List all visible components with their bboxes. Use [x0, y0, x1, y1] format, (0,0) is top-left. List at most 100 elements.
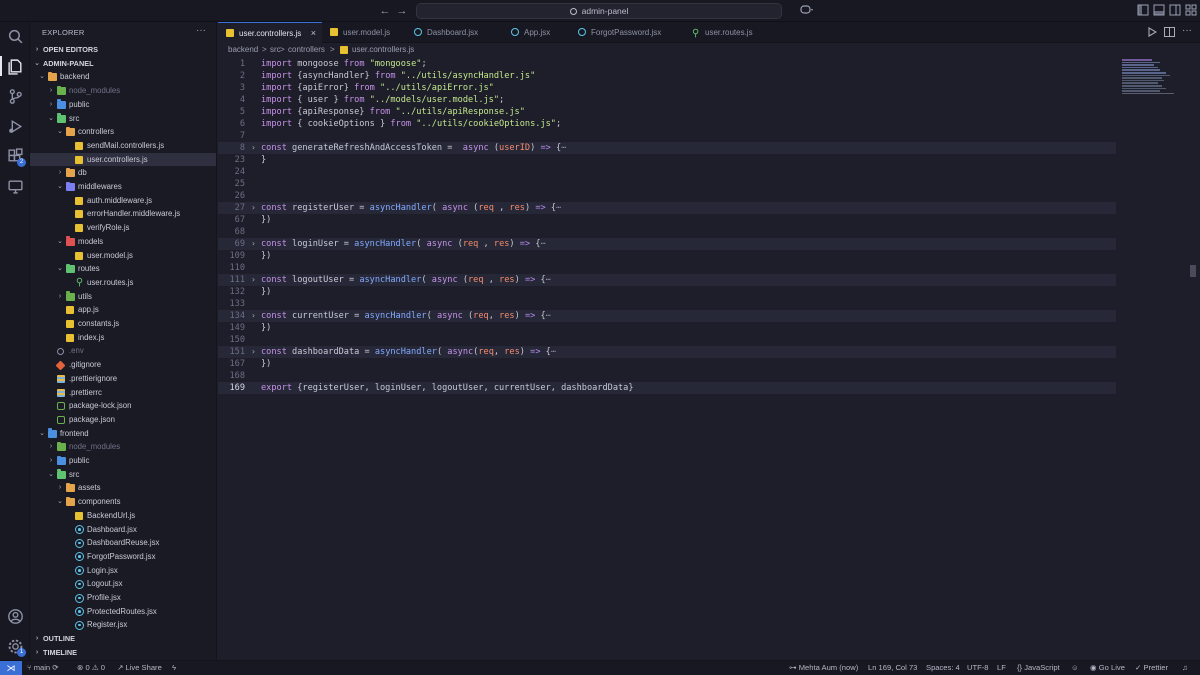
tree-item[interactable]: package-lock.json: [30, 399, 216, 413]
branch-status[interactable]: ⑂ main ⟳: [27, 661, 59, 675]
back-arrow-icon[interactable]: ←: [378, 4, 392, 18]
vertical-scrollbar[interactable]: [1190, 265, 1196, 277]
workspace-root-section[interactable]: ⌄ ADMIN-PANEL: [30, 57, 216, 71]
remote-indicator-icon[interactable]: ⋊: [0, 661, 22, 675]
cursor-position[interactable]: Ln 169, Col 73: [868, 661, 917, 675]
tree-item[interactable]: ⌄ components: [30, 495, 216, 509]
tree-item[interactable]: .prettierrc: [30, 386, 216, 400]
timeline-section[interactable]: › TIMELINE: [30, 646, 216, 660]
more-actions-icon[interactable]: ···: [196, 25, 206, 36]
breadcrumb-item[interactable]: backend: [228, 43, 258, 57]
encoding[interactable]: UTF-8: [967, 661, 989, 675]
tree-item[interactable]: › utils: [30, 290, 216, 304]
live-share-status[interactable]: ↗ Live Share: [117, 661, 162, 675]
tree-item[interactable]: ⌄ frontend: [30, 427, 216, 441]
breadcrumb-item[interactable]: controllers: [288, 43, 325, 57]
run-icon[interactable]: [1148, 27, 1158, 40]
tree-item[interactable]: auth.middleware.js: [30, 194, 216, 208]
tree-item[interactable]: › public: [30, 454, 216, 468]
editor-tab[interactable]: Dashboard.jsx: [406, 22, 503, 43]
tree-item[interactable]: ⚲ user.routes.js: [30, 276, 216, 290]
go-live-button[interactable]: ◉ Go Live: [1090, 661, 1125, 675]
breadcrumb-item[interactable]: user.controllers.js: [352, 43, 414, 57]
tree-item[interactable]: › public: [30, 98, 216, 112]
tree-item[interactable]: errorHandler.middleware.js: [30, 207, 216, 221]
tree-item[interactable]: .gitignore: [30, 358, 216, 372]
editor-tab[interactable]: ⚲ user.routes.js: [684, 22, 764, 43]
tree-item[interactable]: ⌄ src: [30, 112, 216, 126]
tree-item[interactable]: ⌄ controllers: [30, 125, 216, 139]
git-blame-status[interactable]: ⊶ Mehta Aum (now): [789, 661, 858, 675]
tree-item[interactable]: Profile.jsx: [30, 591, 216, 605]
settings-gear-icon[interactable]: 1: [0, 632, 30, 660]
tree-item[interactable]: Login.jsx: [30, 564, 216, 578]
editor-tab[interactable]: App.jsx: [503, 22, 570, 43]
explorer-icon[interactable]: [0, 52, 30, 80]
toggle-secondary-sidebar-icon[interactable]: [1168, 4, 1182, 18]
tree-item[interactable]: Dashboard.jsx: [30, 523, 216, 537]
code-editor[interactable]: 1 import mongoose from "mongoose"; 2 import…: [218, 57, 1118, 660]
search-icon[interactable]: [0, 22, 30, 50]
tree-item[interactable]: .env: [30, 344, 216, 358]
editor-tab[interactable]: user.controllers.js ×: [218, 22, 322, 43]
tree-item[interactable]: ForgotPassword.jsx: [30, 550, 216, 564]
editor-tab[interactable]: user.model.js: [322, 22, 406, 43]
tree-item[interactable]: ⌄ src: [30, 468, 216, 482]
tree-item[interactable]: app.js: [30, 303, 216, 317]
editor-tab[interactable]: ForgotPassword.jsx: [570, 22, 684, 43]
tree-item[interactable]: Logout.jsx: [30, 577, 216, 591]
split-editor-icon[interactable]: [1164, 27, 1175, 40]
accounts-icon[interactable]: [0, 602, 30, 630]
tree-item[interactable]: DashboardReuse.jsx: [30, 536, 216, 550]
fold-chevron-icon[interactable]: ›: [251, 274, 256, 286]
copilot-icon[interactable]: [800, 4, 814, 18]
tree-item[interactable]: › node_modules: [30, 84, 216, 98]
feedback-icon[interactable]: ☺: [1071, 661, 1079, 675]
tree-item[interactable]: ⌄ backend: [30, 70, 216, 84]
tree-item-label: BackendUrl.js: [87, 510, 136, 520]
close-icon[interactable]: ×: [311, 23, 316, 44]
problems-status[interactable]: ⊗ 0 ⚠ 0: [77, 661, 105, 675]
fold-chevron-icon[interactable]: ›: [251, 142, 256, 154]
tree-item[interactable]: sendMail.controllers.js: [30, 139, 216, 153]
fold-chevron-icon[interactable]: ›: [251, 346, 256, 358]
tree-item[interactable]: › db: [30, 166, 216, 180]
tree-item[interactable]: user.controllers.js: [30, 152, 216, 167]
open-editors-section[interactable]: › OPEN EDITORS: [30, 43, 216, 57]
extensions-icon[interactable]: 2: [0, 142, 30, 170]
tree-item[interactable]: user.model.js: [30, 249, 216, 263]
minimap[interactable]: [1118, 57, 1188, 660]
notifications-bell-icon[interactable]: ♫: [1182, 661, 1188, 675]
tree-item[interactable]: package.json: [30, 413, 216, 427]
end-of-line[interactable]: LF: [997, 661, 1006, 675]
outline-section[interactable]: › OUTLINE: [30, 632, 216, 646]
bolt-icon[interactable]: ϟ: [172, 661, 176, 675]
tree-item[interactable]: verifyRole.js: [30, 221, 216, 235]
tree-item[interactable]: ⌄ routes: [30, 262, 216, 276]
customize-layout-icon[interactable]: [1184, 4, 1198, 18]
run-debug-icon[interactable]: [0, 112, 30, 140]
toggle-primary-sidebar-icon[interactable]: [1152, 4, 1166, 18]
tree-item[interactable]: index.js: [30, 331, 216, 345]
remote-explorer-icon[interactable]: [0, 172, 30, 200]
tree-item[interactable]: .prettierignore: [30, 372, 216, 386]
tree-item[interactable]: › node_modules: [30, 440, 216, 454]
fold-chevron-icon[interactable]: ›: [251, 238, 256, 250]
tree-item[interactable]: Register.jsx: [30, 618, 216, 632]
indentation[interactable]: Spaces: 4: [926, 661, 960, 675]
prettier-status[interactable]: ✓ Prettier: [1135, 661, 1168, 675]
tree-item[interactable]: ProtectedRoutes.jsx: [30, 605, 216, 619]
tree-item[interactable]: ⌄ models: [30, 235, 216, 249]
command-center-search[interactable]: admin-panel: [416, 3, 782, 19]
fold-chevron-icon[interactable]: ›: [251, 310, 256, 322]
tree-item[interactable]: constants.js: [30, 317, 216, 331]
forward-arrow-icon[interactable]: →: [395, 4, 409, 18]
tree-item[interactable]: ⌄ middlewares: [30, 180, 216, 194]
tree-item[interactable]: › assets: [30, 481, 216, 495]
toggle-panel-icon[interactable]: [1136, 4, 1150, 18]
source-control-icon[interactable]: [0, 82, 30, 110]
editor-more-icon[interactable]: ···: [1182, 25, 1192, 36]
fold-chevron-icon[interactable]: ›: [251, 202, 256, 214]
language-mode[interactable]: {} JavaScript: [1017, 661, 1060, 675]
tree-item[interactable]: BackendUrl.js: [30, 509, 216, 523]
